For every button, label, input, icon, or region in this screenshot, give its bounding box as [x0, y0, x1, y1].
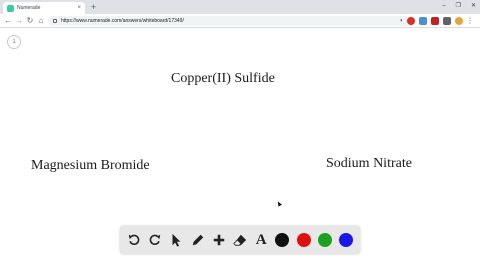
blue-swatch-dot: [338, 233, 353, 247]
address-bar[interactable]: https://www.numerade.com/answers/whitebo…: [48, 16, 416, 26]
color-red-swatch[interactable]: [296, 231, 312, 249]
cast-icon[interactable]: ◑: [399, 17, 403, 25]
browser-menu-icon[interactable]: ⋮: [466, 14, 474, 28]
text-tool-label: A: [255, 232, 267, 248]
mouse-cursor-icon: [276, 200, 282, 207]
profile-avatar[interactable]: [455, 17, 463, 25]
browser-toolbar: ← → ↻ ⌂ https://www.numerade.com/answers…: [0, 14, 480, 28]
window-controls: – ❐ ✕: [442, 1, 476, 12]
tab-title: Numerade: [17, 5, 41, 11]
handwritten-sodium-nitrate: Sodium Nitrate: [326, 156, 412, 171]
new-tab-button[interactable]: +: [91, 2, 96, 13]
reload-button[interactable]: ↻: [25, 14, 35, 28]
home-button[interactable]: ⌂: [36, 14, 46, 28]
back-button[interactable]: ←: [3, 14, 13, 28]
text-tool-icon[interactable]: A: [253, 231, 269, 249]
green-swatch-dot: [317, 233, 332, 247]
eraser-icon[interactable]: [232, 231, 248, 249]
black-swatch-dot: [275, 233, 290, 247]
handwritten-copper-ii-sulfide: Copper(II) Sulfide: [171, 71, 275, 86]
undo-icon[interactable]: [126, 231, 142, 249]
color-black-swatch[interactable]: [274, 231, 290, 249]
numerade-favicon-icon: [7, 4, 14, 12]
color-green-swatch[interactable]: [317, 231, 333, 249]
tab-strip: Numerade × + – ❐ ✕: [0, 0, 480, 14]
add-icon[interactable]: [211, 231, 227, 249]
lock-icon: [53, 19, 57, 23]
pen-icon[interactable]: [190, 231, 206, 249]
select-pointer-icon[interactable]: [168, 231, 184, 249]
whiteboard-canvas[interactable]: 1 Copper(II) Sulfide Magnesium Bromide S…: [0, 29, 480, 258]
page-number-badge[interactable]: 1: [7, 35, 21, 49]
red-swatch-dot: [296, 233, 311, 247]
close-window-button[interactable]: ✕: [471, 1, 476, 12]
drawing-palette: A: [120, 226, 360, 254]
forward-button[interactable]: →: [14, 14, 24, 28]
extension-gray-icon[interactable]: [443, 17, 451, 25]
extension-red-icon[interactable]: [431, 17, 439, 25]
url-text[interactable]: https://www.numerade.com/answers/whitebo…: [61, 18, 184, 24]
maximize-button[interactable]: ❐: [456, 1, 461, 12]
redo-icon[interactable]: [147, 231, 163, 249]
extension-record-icon[interactable]: [407, 17, 415, 25]
tab-close-icon[interactable]: ×: [77, 5, 81, 11]
minimize-button[interactable]: –: [442, 1, 445, 12]
handwritten-magnesium-bromide: Magnesium Bromide: [31, 158, 150, 173]
extension-blue-icon[interactable]: [419, 17, 427, 25]
color-blue-swatch[interactable]: [338, 231, 354, 249]
browser-tab[interactable]: Numerade ×: [3, 2, 85, 14]
